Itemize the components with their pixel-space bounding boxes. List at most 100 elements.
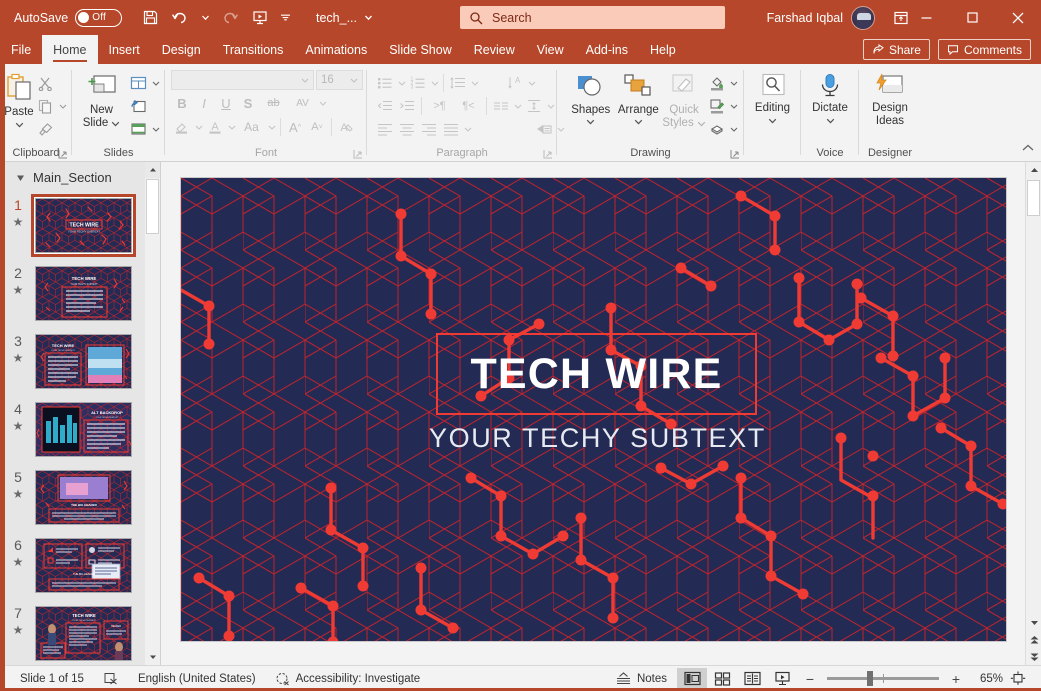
- document-title-dropdown-icon[interactable]: [364, 13, 373, 22]
- scroll-down-icon[interactable]: [145, 649, 160, 665]
- save-icon[interactable]: [136, 5, 164, 31]
- slide-title-box[interactable]: TECH WIRE: [436, 333, 757, 415]
- slide-counter[interactable]: Slide 1 of 15: [10, 668, 94, 690]
- slide-thumbnail[interactable]: TECH WIRE YOUR TECHY SUBTEXT: [35, 334, 132, 389]
- drawing-dialog-launcher[interactable]: [730, 149, 741, 160]
- align-text-dropdown-icon[interactable]: [545, 95, 556, 117]
- stage-scroll-thumb[interactable]: [1027, 180, 1040, 216]
- accessibility-status[interactable]: Accessibility: Investigate: [266, 668, 431, 690]
- slide-thumbnail[interactable]: TECH WIRE YOUR TECHY SUBTEXT: [35, 266, 132, 321]
- highlight-dropdown-icon[interactable]: [193, 116, 204, 138]
- convert-to-smartart-icon[interactable]: [533, 118, 555, 140]
- decrease-font-size-button[interactable]: A˅: [306, 116, 328, 138]
- cut-scissors-icon[interactable]: [34, 72, 56, 94]
- slide-layout-icon[interactable]: [127, 72, 149, 94]
- section-collapse-icon[interactable]: [16, 173, 26, 183]
- font-color-icon[interactable]: A: [204, 116, 226, 138]
- arrange-button[interactable]: Arrange: [615, 70, 663, 126]
- columns-icon[interactable]: [490, 95, 512, 117]
- maximize-icon[interactable]: [949, 0, 995, 35]
- slide-thumbnail[interactable]: THE BIG HEADER: [35, 470, 132, 525]
- tab-animations[interactable]: Animations: [294, 35, 378, 64]
- list-item[interactable]: 3 ★ TECH WIRE YOUR TECHY SUBTEXT: [5, 325, 160, 393]
- thumbnail-frame[interactable]: TECH WIRE YOUR TECHY SUBTEXT: [31, 194, 136, 257]
- text-direction-dropdown-icon[interactable]: [526, 72, 537, 94]
- stage-scroll-up-icon[interactable]: [1026, 162, 1041, 179]
- zoom-slider[interactable]: − +: [797, 671, 969, 687]
- clipboard-dialog-launcher[interactable]: [58, 149, 69, 160]
- comments-button[interactable]: Comments: [938, 39, 1031, 60]
- text-direction-icon[interactable]: A: [504, 72, 526, 94]
- undo-icon[interactable]: [166, 5, 194, 31]
- list-item[interactable]: 5 ★ THE BIG HEADER: [5, 461, 160, 529]
- stage-vertical-scrollbar[interactable]: [1025, 162, 1041, 665]
- tab-file[interactable]: File: [0, 35, 42, 64]
- text-highlight-color-icon[interactable]: [171, 116, 193, 138]
- design-ideas-button[interactable]: Design Ideas: [863, 70, 917, 128]
- format-painter-icon[interactable]: [34, 118, 56, 140]
- minimize-icon[interactable]: [903, 0, 949, 35]
- font-size-input[interactable]: 16: [316, 70, 363, 90]
- justify-dropdown-icon[interactable]: [462, 118, 473, 140]
- paragraph-dialog-launcher[interactable]: [543, 149, 554, 160]
- justify-icon[interactable]: [440, 118, 462, 140]
- layout-dropdown-icon[interactable]: [150, 72, 161, 94]
- search-input[interactable]: Search: [460, 6, 725, 29]
- editing-button[interactable]: Editing: [748, 70, 797, 125]
- decrease-indent-icon[interactable]: [374, 95, 396, 117]
- shape-fill-dropdown-icon[interactable]: [729, 72, 740, 94]
- fit-slide-to-window-icon[interactable]: [1003, 668, 1033, 690]
- zoom-level[interactable]: 65%: [969, 673, 1003, 685]
- align-right-icon[interactable]: [418, 118, 440, 140]
- text-shadow-button[interactable]: S: [237, 92, 259, 114]
- align-text-icon[interactable]: [523, 95, 545, 117]
- thumbnail-scroll-thumb[interactable]: [146, 179, 159, 234]
- bullets-dropdown-icon[interactable]: [396, 72, 407, 94]
- stage-scroll-down-icon[interactable]: [1026, 614, 1041, 631]
- slide-thumbnail[interactable]: ALT BACKDROP YOUR TECHY SUBTEXT: [35, 402, 132, 457]
- zoom-in-button[interactable]: +: [947, 671, 965, 687]
- bold-button[interactable]: B: [171, 92, 193, 114]
- columns-dropdown-icon[interactable]: [512, 95, 523, 117]
- tab-insert[interactable]: Insert: [98, 35, 151, 64]
- tab-home[interactable]: Home: [42, 35, 97, 64]
- quick-styles-dropdown-icon[interactable]: [697, 120, 706, 128]
- shape-fill-icon[interactable]: [706, 72, 728, 94]
- numbering-dropdown-icon[interactable]: [429, 72, 440, 94]
- character-spacing-button[interactable]: AV: [288, 92, 317, 114]
- character-spacing-dropdown-icon[interactable]: [317, 92, 328, 114]
- shape-outline-dropdown-icon[interactable]: [729, 95, 740, 117]
- tab-transitions[interactable]: Transitions: [212, 35, 295, 64]
- change-case-button[interactable]: Aa: [237, 116, 266, 138]
- arrange-dropdown-icon[interactable]: [634, 118, 643, 126]
- zoom-knob[interactable]: [867, 671, 873, 686]
- tab-view[interactable]: View: [526, 35, 575, 64]
- increase-indent-icon[interactable]: [396, 95, 418, 117]
- slide-show-view-icon[interactable]: [767, 668, 797, 690]
- previous-slide-icon[interactable]: [1026, 631, 1041, 648]
- slide-thumbnail[interactable]: TECH WIRE YOUR TECHY SUBTEXT HEADER: [35, 606, 132, 661]
- list-item[interactable]: 6 ★ THE BIG HEADER: [5, 529, 160, 597]
- line-spacing-icon[interactable]: [447, 72, 469, 94]
- start-presentation-icon[interactable]: [246, 5, 274, 31]
- dictate-dropdown-icon[interactable]: [826, 117, 835, 125]
- copy-icon[interactable]: [34, 95, 56, 117]
- thumbnail-frame[interactable]: THE BIG HEADER: [31, 534, 136, 597]
- collapse-ribbon-icon[interactable]: [1021, 141, 1035, 159]
- next-slide-icon[interactable]: [1026, 648, 1041, 665]
- language-proofing-icon[interactable]: [94, 668, 128, 690]
- autosave-toggle[interactable]: AutoSave Off: [14, 9, 122, 27]
- tab-design[interactable]: Design: [151, 35, 212, 64]
- tab-review[interactable]: Review: [463, 35, 526, 64]
- line-spacing-dropdown-icon[interactable]: [469, 72, 480, 94]
- slide-thumbnail[interactable]: THE BIG HEADER: [35, 538, 132, 593]
- shapes-button[interactable]: Shapes: [567, 70, 615, 126]
- reset-slide-icon[interactable]: [127, 95, 149, 117]
- thumbnail-frame[interactable]: TECH WIRE YOUR TECHY SUBTEXT: [31, 330, 136, 393]
- tab-slide-show[interactable]: Slide Show: [378, 35, 463, 64]
- paste-dropdown-icon[interactable]: [15, 121, 24, 129]
- section-header[interactable]: Main_Section: [5, 162, 160, 189]
- share-button[interactable]: Share: [863, 39, 930, 60]
- tab-add-ins[interactable]: Add-ins: [575, 35, 639, 64]
- thumbnail-frame[interactable]: ALT BACKDROP YOUR TECHY SUBTEXT: [31, 398, 136, 461]
